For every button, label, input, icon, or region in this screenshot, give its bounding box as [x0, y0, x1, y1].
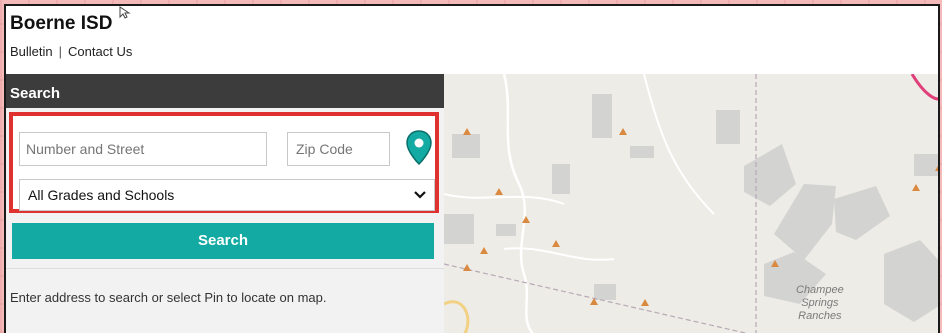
search-form-highlight: All Grades and Schools	[9, 112, 439, 213]
grade-school-select-value: All Grades and Schools	[28, 187, 175, 203]
nav-separator: |	[58, 44, 63, 59]
map-development-areas	[444, 94, 938, 322]
map-place-label-line2: Springs	[801, 297, 839, 309]
map-canvas	[444, 74, 938, 333]
search-sidebar: Search All Grades and Schools Search Ent…	[6, 74, 444, 333]
nav-link-bulletin[interactable]: Bulletin	[10, 44, 53, 59]
grade-school-select[interactable]: All Grades and Schools	[19, 179, 435, 211]
brand-title: Boerne ISD	[10, 13, 113, 34]
map-pin-icon[interactable]	[406, 130, 432, 166]
sidebar-divider	[6, 268, 444, 269]
app-window: Boerne ISD Bulletin | Contact Us Search Al…	[4, 4, 940, 333]
site-header: Boerne ISD Bulletin | Contact Us	[6, 6, 938, 74]
search-panel-header: Search	[6, 74, 444, 108]
search-button[interactable]: Search	[12, 223, 434, 259]
map-place-label-line3: Ranches	[798, 310, 842, 322]
search-panel-title: Search	[10, 85, 61, 102]
zip-code-input[interactable]	[287, 132, 390, 166]
header-nav: Bulletin | Contact Us	[10, 44, 132, 59]
map-view[interactable]: Champee Springs Ranches	[444, 74, 938, 333]
cursor-icon	[118, 6, 132, 23]
street-address-input[interactable]	[19, 132, 267, 166]
map-place-label-line1: Champee	[796, 284, 844, 296]
search-help-text: Enter address to search or select Pin to…	[10, 290, 327, 305]
chevron-down-icon	[414, 181, 426, 219]
nav-link-contact-us[interactable]: Contact Us	[68, 44, 132, 59]
map-place-label: Champee Springs Ranches	[796, 284, 844, 323]
